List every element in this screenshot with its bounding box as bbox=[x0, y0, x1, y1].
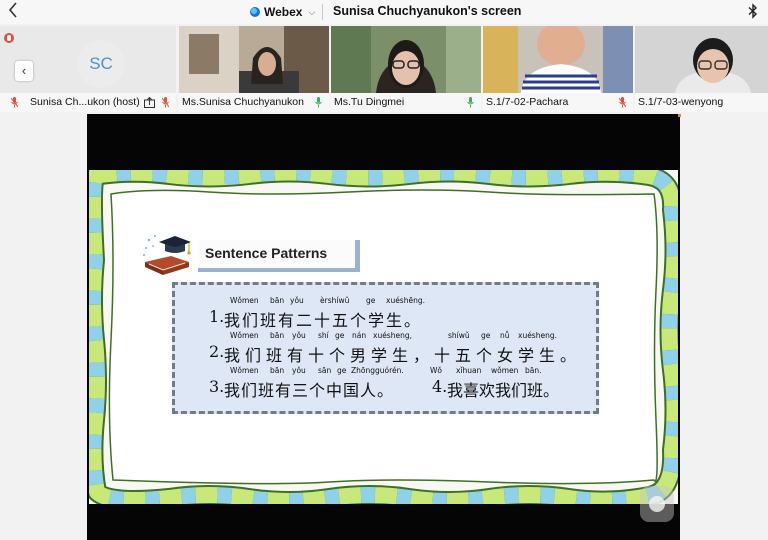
participant-name: Sunisa Ch...ukon (host) bbox=[30, 96, 140, 108]
muted-mic-icon bbox=[619, 97, 626, 108]
shared-screen[interactable]: Sentence Patterns Wǒmen bān yǒu èrshíwǔ … bbox=[87, 114, 680, 540]
hanzi: 我们班有三个中国人。 bbox=[224, 381, 395, 400]
pinyin: xuéshēng. bbox=[386, 296, 425, 305]
pinyin: yǒu bbox=[292, 366, 306, 375]
name-bar: Sunisa Ch...ukon (host) bbox=[0, 93, 176, 112]
muted-mic-icon bbox=[11, 97, 18, 108]
sentence-number: 2. bbox=[209, 342, 225, 361]
name-bar: Ms.Tu Dingmei bbox=[331, 93, 481, 112]
muted-mic-icon bbox=[162, 97, 169, 108]
top-bar: Webex ⌵ Sunisa Chuchyanukon's screen bbox=[0, 0, 768, 24]
sentence-number: 1. bbox=[209, 307, 225, 326]
pinyin: ge bbox=[481, 331, 491, 340]
pinyin: yǒu bbox=[292, 331, 306, 340]
name-bar: S.1/7-02-Pachara bbox=[483, 93, 633, 112]
pinyin: Wǒ bbox=[430, 366, 443, 375]
chevron-down-icon: ⌵ bbox=[308, 6, 316, 17]
hanzi: 我们班有二十五个学生。 bbox=[224, 311, 423, 330]
sentence-number: 4. bbox=[432, 377, 448, 396]
share-screen-icon bbox=[144, 97, 155, 108]
pinyin: ge bbox=[335, 331, 345, 340]
participant-video bbox=[179, 26, 329, 93]
pinyin: bān. bbox=[525, 366, 542, 375]
pinyin: èrshíwǔ bbox=[320, 296, 350, 305]
mic-active-icon bbox=[467, 97, 474, 108]
bluetooth-icon bbox=[746, 3, 760, 20]
participant-video bbox=[331, 26, 481, 93]
pinyin: Zhōngguórén. bbox=[351, 366, 404, 375]
sentence-patterns-box: Wǒmen bān yǒu èrshíwǔ ge xuéshēng. 1. 我们… bbox=[172, 282, 599, 414]
participant-video bbox=[483, 26, 633, 93]
participant-name: Ms.Tu Dingmei bbox=[334, 96, 405, 108]
participant-name: S.1/7-02-Pachara bbox=[486, 96, 569, 108]
participant-tile[interactable]: Ms.Tu Dingmei bbox=[331, 26, 481, 112]
participant-tile[interactable]: S.1/7-02-Pachara bbox=[483, 26, 633, 112]
pinyin: ge bbox=[337, 366, 347, 375]
slide: Sentence Patterns Wǒmen bān yǒu èrshíwǔ … bbox=[89, 170, 678, 504]
participant-strip: SC Sunisa Ch...ukon (host) ‹ Ms.Sunisa C… bbox=[0, 26, 768, 112]
floating-control-button[interactable] bbox=[640, 486, 674, 522]
mic-active-icon bbox=[315, 97, 322, 108]
participant-tile[interactable]: S.1/7-03-wenyong bbox=[635, 26, 768, 112]
pinyin: wǒmen bbox=[491, 366, 519, 375]
pinyin: nǚ bbox=[500, 331, 510, 340]
share-indicator bbox=[678, 114, 681, 117]
pinyin: Wǒmen bbox=[230, 296, 259, 305]
avatar: SC bbox=[77, 40, 125, 88]
webex-logo-icon bbox=[250, 7, 260, 17]
pinyin: bān bbox=[270, 366, 285, 375]
participant-name: Ms.Sunisa Chuchyanukon bbox=[182, 96, 304, 108]
video-placeholder: SC bbox=[0, 26, 176, 93]
pinyin: shíwǔ bbox=[448, 331, 470, 340]
pinyin: sān bbox=[318, 366, 332, 375]
pinyin: Wǒmen bbox=[230, 366, 259, 375]
sentence-number: 3. bbox=[209, 377, 225, 396]
participant-name: S.1/7-03-wenyong bbox=[638, 96, 724, 108]
name-bar: S.1/7-03-wenyong bbox=[635, 93, 768, 112]
pinyin: yǒu bbox=[290, 296, 304, 305]
slide-heading: Sentence Patterns bbox=[198, 240, 360, 272]
pinyin: bān bbox=[270, 296, 285, 305]
app-name: Webex bbox=[264, 5, 303, 19]
name-bar: Ms.Sunisa Chuchyanukon bbox=[179, 93, 329, 112]
pinyin: shí bbox=[318, 331, 329, 340]
hanzi: 我喜欢我们班。 bbox=[447, 381, 560, 400]
pinyin: ge bbox=[366, 296, 376, 305]
participant-video bbox=[635, 26, 768, 93]
pinyin: Wǒmen bbox=[230, 331, 259, 340]
pinyin: xuésheng. bbox=[518, 331, 557, 340]
divider bbox=[322, 4, 323, 20]
hanzi: 我们班有十个男学生，十五个女学生。 bbox=[224, 346, 582, 365]
muted-mic-icon bbox=[4, 33, 14, 43]
graduation-cap-icon bbox=[143, 235, 191, 275]
screen-title: Sunisa Chuchyanukon's screen bbox=[333, 4, 522, 18]
pinyin: xuésheng, bbox=[373, 331, 412, 340]
pinyin: xǐhuan bbox=[456, 366, 482, 375]
pinyin: nán bbox=[352, 331, 367, 340]
app-switcher[interactable]: Webex ⌵ bbox=[250, 4, 315, 20]
previous-page-button[interactable]: ‹ bbox=[15, 61, 33, 81]
participant-tile[interactable]: Ms.Sunisa Chuchyanukon bbox=[179, 26, 329, 112]
pinyin: bān bbox=[270, 331, 285, 340]
chevron-left-icon[interactable] bbox=[8, 2, 18, 21]
